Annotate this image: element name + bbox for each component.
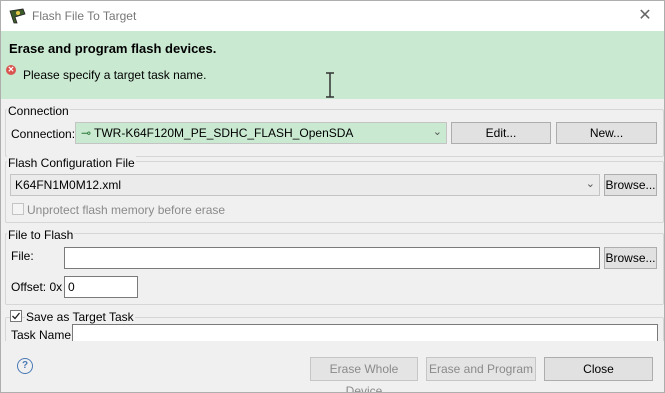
file-label: File:: [11, 249, 34, 263]
help-icon[interactable]: ?: [17, 358, 33, 374]
text-cursor-icon: [326, 72, 334, 98]
task-name-label: Task Name:: [11, 328, 75, 342]
banner-title: Erase and program flash devices.: [9, 41, 217, 56]
erase-whole-device-button[interactable]: Erase Whole Device: [310, 357, 418, 392]
chevron-down-icon: ⌄: [432, 126, 442, 138]
file-input[interactable]: [64, 247, 600, 269]
browse-file-button[interactable]: Browse...: [604, 247, 657, 269]
save-task-label: Save as Target Task: [25, 310, 135, 324]
flash-config-value: K64FN1M0M12.xml: [15, 178, 122, 192]
banner-message: Please specify a target task name.: [23, 68, 207, 82]
close-button[interactable]: Close: [544, 357, 653, 381]
edit-connection-button[interactable]: Edit...: [451, 122, 551, 144]
flash-file-dialog: Flash File To Target ✕ Erase and program…: [0, 0, 665, 393]
save-task-checkbox[interactable]: [10, 310, 22, 322]
connection-label: Connection:: [11, 127, 76, 141]
connection-group-label: Connection: [7, 104, 70, 118]
app-icon: [9, 8, 26, 24]
browse-flash-config-button[interactable]: Browse...: [604, 174, 657, 196]
title-bar: Flash File To Target ✕: [1, 1, 664, 31]
error-icon: ✕: [6, 65, 16, 75]
erase-and-program-button[interactable]: Erase and Program: [426, 357, 536, 381]
file-to-flash-group-label: File to Flash: [7, 228, 75, 242]
new-connection-button[interactable]: New...: [556, 122, 657, 144]
flash-config-select[interactable]: K64FN1M0M12.xml ⌄: [10, 174, 600, 196]
window-title: Flash File To Target: [32, 9, 137, 23]
close-icon[interactable]: ✕: [634, 6, 656, 26]
chevron-down-icon: ⌄: [585, 178, 595, 190]
message-banner: Erase and program flash devices. ✕ Pleas…: [1, 31, 664, 99]
flash-config-group-label: Flash Configuration File: [7, 156, 136, 170]
offset-label: Offset: 0x: [11, 280, 63, 294]
offset-input[interactable]: 0: [64, 276, 138, 298]
connection-icon: ⊸: [81, 126, 92, 140]
unprotect-checkbox[interactable]: [12, 203, 24, 215]
unprotect-label: Unprotect flash memory before erase: [27, 203, 226, 217]
connection-value: TWR-K64F120M_PE_SDHC_FLASH_OpenSDA: [94, 126, 354, 140]
checkmark-icon: [12, 312, 21, 320]
connection-select[interactable]: ⊸ TWR-K64F120M_PE_SDHC_FLASH_OpenSDA ⌄: [75, 122, 447, 144]
